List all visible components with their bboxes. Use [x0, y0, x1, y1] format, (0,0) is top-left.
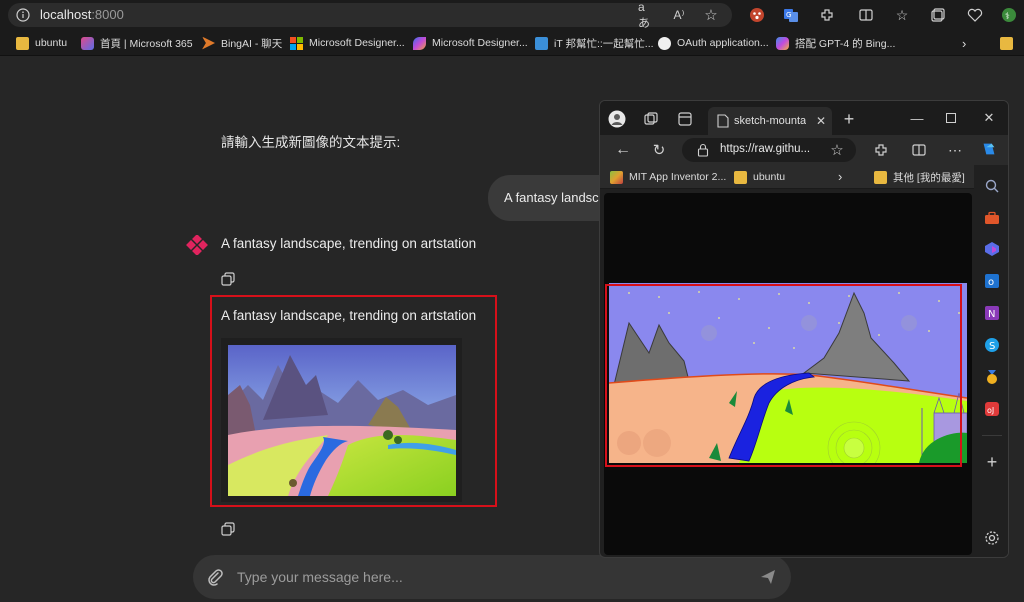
skype-icon[interactable]: S — [983, 336, 1001, 354]
info-icon[interactable] — [14, 6, 32, 24]
sketch-highlight-box — [605, 284, 962, 467]
new-tab-plus-icon[interactable]: + — [840, 109, 858, 129]
read-aloud-icon[interactable]: aあ — [638, 0, 656, 30]
back-arrow-icon[interactable]: ← — [614, 141, 632, 159]
svg-text:oJ: oJ — [987, 406, 994, 415]
bookmark-copilot[interactable]: 搭配 GPT-4 的 Bing... — [776, 35, 895, 51]
popup-tab[interactable]: sketch-mountains ✕ — [708, 107, 832, 135]
prompt-label: 請輸入生成新圖像的文本提示: — [221, 135, 401, 150]
copy-icon[interactable] — [221, 272, 235, 286]
profile-icon[interactable]: ⚕ — [1000, 6, 1018, 24]
bookmark-ms-designer-2[interactable]: Microsoft Designer... — [413, 35, 528, 51]
m365-icon[interactable] — [983, 240, 1001, 258]
split-screen-icon[interactable] — [910, 141, 928, 159]
text-size-icon[interactable]: A⁾ — [670, 6, 688, 24]
copilot-icon — [776, 36, 789, 50]
popup-tab-title: sketch-mountains — [734, 115, 806, 127]
minimize-icon[interactable]: — — [908, 109, 926, 127]
bookmark-oauth[interactable]: OAuth application... — [658, 35, 769, 51]
bookmark-bingai[interactable]: BingAI - 聊天 — [202, 35, 282, 51]
bookmark-other-folder[interactable] — [1000, 35, 1019, 51]
workspaces-icon[interactable] — [642, 110, 660, 128]
split-screen-icon[interactable] — [857, 6, 875, 24]
refresh-icon[interactable]: ↻ — [650, 141, 668, 159]
page-icon — [714, 112, 732, 130]
more-menu-icon[interactable]: ⋯ — [946, 141, 964, 159]
favorite-star-icon[interactable]: ☆ — [702, 6, 720, 24]
popup-address-bar[interactable]: https://raw.githu... ☆ — [682, 138, 856, 162]
bookmark-mit-app-inventor[interactable]: MIT App Inventor 2... — [610, 169, 726, 185]
app-inventor-icon — [610, 170, 623, 184]
svg-text:G: G — [786, 11, 791, 19]
browser-essentials-icon[interactable] — [966, 6, 984, 24]
address-bar[interactable]: localhost:8000 aあ A⁾ ☆ — [8, 0, 732, 30]
popup-profile-icon[interactable] — [608, 110, 626, 128]
svg-text:o: o — [988, 277, 994, 288]
ithelp-icon — [535, 36, 548, 50]
translate-icon[interactable]: G — [782, 6, 800, 24]
github-icon — [658, 36, 671, 50]
close-tab-icon[interactable]: ✕ — [812, 112, 830, 130]
bookmark-ubuntu[interactable]: ubuntu — [16, 35, 67, 51]
close-window-icon[interactable]: ✕ — [980, 109, 998, 127]
generated-landscape-image[interactable] — [228, 345, 456, 496]
settings-gear-icon[interactable] — [983, 529, 1001, 547]
bookmark-other-favorites[interactable]: 其他 [我的最愛] — [874, 169, 965, 185]
favorites-icon[interactable]: ☆ — [893, 6, 911, 24]
extension-paw-icon[interactable] — [748, 6, 766, 24]
rewards-medal-icon[interactable] — [983, 368, 1001, 386]
microsoft-icon — [290, 36, 303, 50]
bookmarks-bar: ubuntu 首頁 | Microsoft 365 BingAI - 聊天 Mi… — [0, 30, 1024, 56]
send-icon[interactable] — [759, 568, 777, 586]
message-input-bar — [193, 555, 791, 599]
folder-icon — [1000, 36, 1013, 50]
svg-text:S: S — [989, 341, 995, 352]
search-icon[interactable] — [983, 177, 1001, 195]
games-icon[interactable]: oJ — [983, 400, 1001, 418]
url-host: localhost — [40, 7, 92, 22]
bot-message-text: A fantasy landscape, trending on artstat… — [221, 236, 477, 251]
outlook-icon[interactable]: o — [983, 272, 1001, 290]
bookmark-ubuntu[interactable]: ubuntu — [734, 169, 785, 185]
bookmark-ms-designer-1[interactable]: Microsoft Designer... — [290, 35, 405, 51]
bookmarks-overflow-chevron-icon[interactable]: › — [962, 35, 966, 51]
copilot-icon[interactable] — [980, 140, 998, 158]
bookmark-ithelp[interactable]: iT 邦幫忙::一起幫忙... — [535, 35, 654, 51]
maximize-icon[interactable] — [942, 109, 960, 127]
popup-sidebar: o N S oJ + — [974, 165, 1008, 557]
extensions-icon[interactable] — [818, 6, 836, 24]
lock-icon — [694, 141, 712, 159]
extensions-icon[interactable] — [872, 141, 890, 159]
collections-icon[interactable] — [929, 6, 947, 24]
url-port: :8000 — [91, 7, 124, 22]
svg-text:⚕: ⚕ — [1005, 12, 1010, 22]
folder-icon — [734, 170, 747, 184]
folder-icon — [874, 170, 887, 184]
popup-bookmarks-bar: MIT App Inventor 2... ubuntu › 其他 [我的最愛] — [600, 165, 1008, 189]
result-caption: A fantasy landscape, trending on artstat… — [221, 308, 477, 323]
onenote-icon[interactable]: N — [983, 304, 1001, 322]
tab-actions-icon[interactable] — [676, 110, 694, 128]
bookmarks-overflow-chevron-icon[interactable]: › — [838, 168, 842, 184]
attach-paperclip-icon[interactable] — [206, 568, 224, 586]
bot-avatar-icon — [186, 235, 208, 255]
folder-icon — [16, 36, 29, 50]
message-input[interactable] — [237, 565, 737, 589]
copy-icon[interactable] — [221, 522, 235, 536]
bing-icon — [202, 36, 215, 50]
add-sidebar-plus-icon[interactable]: + — [983, 452, 1001, 472]
bookmark-m365[interactable]: 首頁 | Microsoft 365 — [81, 35, 193, 51]
popup-nav-bar: ← ↻ https://raw.githu... ☆ ⋯ — [600, 135, 1008, 165]
browser-toolbar: localhost:8000 aあ A⁾ ☆ G ☆ ⚕ — [0, 0, 1024, 30]
sidebar-divider — [982, 435, 1002, 436]
popup-url: https://raw.githu... — [720, 143, 811, 155]
m365-icon — [81, 36, 94, 50]
favorite-star-icon[interactable]: ☆ — [828, 141, 846, 159]
svg-text:N: N — [988, 309, 995, 320]
tools-briefcase-icon[interactable] — [983, 209, 1001, 227]
designer-icon — [413, 36, 426, 50]
popup-tab-bar: sketch-mountains ✕ + — ✕ — [600, 101, 1008, 135]
